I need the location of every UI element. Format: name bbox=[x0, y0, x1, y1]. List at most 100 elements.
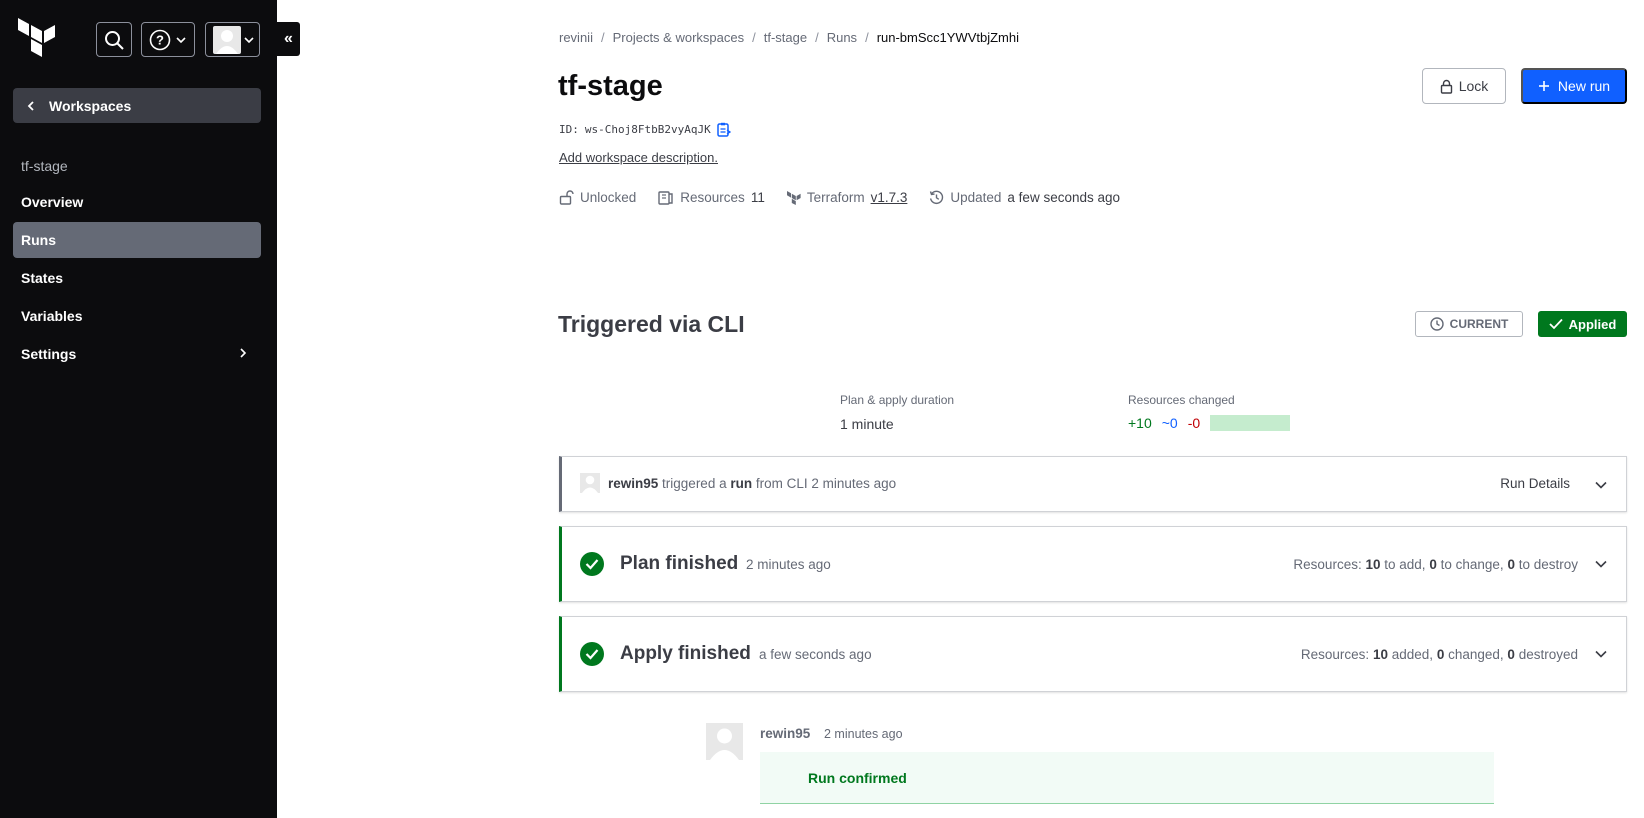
resources-changed-label: Resources changed bbox=[1128, 393, 1235, 407]
resources-changed: +10 ~0 -0 bbox=[1128, 415, 1291, 431]
add-description-link[interactable]: Add workspace description. bbox=[559, 150, 718, 165]
run-details-toggle[interactable]: Run Details bbox=[1500, 476, 1570, 491]
chevron-down-icon[interactable] bbox=[1594, 557, 1608, 571]
chevron-right-icon bbox=[240, 348, 247, 358]
copy-icon[interactable] bbox=[716, 122, 731, 137]
current-badge: CURRENT bbox=[1415, 311, 1523, 337]
chevron-down-icon bbox=[176, 36, 186, 43]
check-circle-icon bbox=[580, 642, 604, 666]
workspace-meta: Unlocked Resources 11 Terraform v1.7.3 U… bbox=[559, 190, 1120, 205]
resources-icon bbox=[658, 190, 673, 205]
chevron-down-icon[interactable] bbox=[1594, 478, 1608, 492]
plan-destroy-text: to destroy bbox=[1518, 557, 1578, 572]
run-trigger-panel[interactable]: rewin95 triggered a run from CLI 2 minut… bbox=[559, 456, 1627, 512]
sidebar-item-settings[interactable]: Settings bbox=[13, 336, 261, 372]
chevron-down-icon[interactable] bbox=[1594, 647, 1608, 661]
clock-icon bbox=[1429, 317, 1444, 331]
trigger-text: rewin95 triggered a run from CLI 2 minut… bbox=[608, 476, 896, 491]
plan-panel[interactable]: Plan finished 2 minutes ago Resources: 1… bbox=[559, 526, 1627, 602]
avatar bbox=[706, 723, 743, 760]
plan-destroy-count: 0 bbox=[1507, 557, 1515, 572]
resources-count: Resources 11 bbox=[658, 190, 765, 205]
sidebar-item-overview[interactable]: Overview bbox=[13, 184, 261, 220]
sidebar-item-states[interactable]: States bbox=[13, 260, 261, 296]
duration-value: 1 minute bbox=[840, 416, 894, 432]
terraform-version-link[interactable]: v1.7.3 bbox=[871, 190, 908, 205]
current-badge-label: CURRENT bbox=[1449, 317, 1509, 331]
sidebar-item-label: Settings bbox=[21, 346, 77, 362]
apply-add-text: added, bbox=[1391, 647, 1434, 662]
apply-destroy-count: 0 bbox=[1507, 647, 1515, 662]
apply-resources-label: Resources: bbox=[1300, 647, 1370, 662]
resources-change-bar bbox=[1210, 415, 1291, 431]
lock-status: Unlocked bbox=[559, 190, 636, 205]
history-icon bbox=[930, 190, 944, 205]
run-title: Triggered via CLI bbox=[558, 311, 745, 337]
collapse-sidebar-button[interactable]: « bbox=[277, 22, 300, 56]
trigger-user[interactable]: rewin95 bbox=[608, 476, 658, 491]
avatar bbox=[212, 25, 241, 54]
apply-change-text: changed, bbox=[1448, 647, 1504, 662]
resources-destroyed-count: -0 bbox=[1187, 415, 1201, 431]
updated-value: a few seconds ago bbox=[1007, 190, 1120, 205]
terraform-icon bbox=[786, 190, 801, 205]
plan-resources: Resources: 10 to add, 0 to change, 0 to … bbox=[1293, 557, 1578, 572]
user-menu-button[interactable] bbox=[205, 22, 260, 57]
workspace-id: ID: ws-Choj8FtbB2vyAqJK bbox=[559, 122, 731, 137]
workspace-name-label: tf-stage bbox=[21, 158, 68, 174]
comment-time: 2 minutes ago bbox=[824, 727, 903, 741]
chevron-down-icon bbox=[243, 36, 254, 43]
terraform-version: Terraform v1.7.3 bbox=[786, 190, 908, 205]
breadcrumb-org[interactable]: revinii bbox=[559, 30, 593, 45]
sidebar-item-label: Overview bbox=[21, 194, 84, 210]
chevron-left-icon bbox=[27, 100, 34, 111]
lock-button-label: Lock bbox=[1458, 78, 1489, 94]
trigger-text-part: triggered a bbox=[662, 476, 727, 491]
plus-icon bbox=[1538, 81, 1549, 91]
resources-value: 11 bbox=[750, 190, 765, 205]
apply-panel[interactable]: Apply finished a few seconds ago Resourc… bbox=[559, 616, 1627, 692]
apply-change-count: 0 bbox=[1436, 647, 1445, 662]
terraform-label: Terraform bbox=[806, 190, 865, 205]
apply-add-count: 10 bbox=[1372, 647, 1388, 662]
workspaces-label: Workspaces bbox=[49, 97, 132, 114]
help-icon: ? bbox=[149, 29, 171, 50]
search-icon bbox=[105, 30, 124, 50]
plan-change-text: to change, bbox=[1440, 557, 1504, 572]
sidebar-item-variables[interactable]: Variables bbox=[13, 298, 261, 334]
plan-add-count: 10 bbox=[1365, 557, 1381, 572]
help-menu-button[interactable]: ? bbox=[141, 22, 195, 57]
breadcrumb-runs[interactable]: Runs bbox=[827, 30, 857, 45]
sidebar-item-label: States bbox=[21, 270, 64, 286]
status-badge: Applied bbox=[1538, 311, 1627, 337]
comment-user[interactable]: rewin95 bbox=[760, 726, 810, 741]
check-circle-icon bbox=[580, 552, 604, 576]
workspace-id-label: ID: bbox=[559, 123, 579, 136]
plan-time: 2 minutes ago bbox=[746, 557, 831, 572]
new-run-button-label: New run bbox=[1557, 78, 1611, 94]
sidebar-item-runs[interactable]: Runs bbox=[13, 222, 261, 258]
duration-label: Plan & apply duration bbox=[840, 393, 955, 407]
unlock-icon bbox=[559, 190, 574, 205]
breadcrumb-projects[interactable]: Projects & workspaces bbox=[613, 30, 745, 45]
lock-icon bbox=[1440, 79, 1452, 94]
new-run-button[interactable]: New run bbox=[1521, 68, 1627, 104]
breadcrumb-workspace[interactable]: tf-stage bbox=[764, 30, 807, 45]
terraform-logo-icon[interactable] bbox=[18, 18, 56, 58]
updated-info: Updated a few seconds ago bbox=[929, 190, 1120, 205]
workspaces-back-button[interactable]: Workspaces bbox=[13, 88, 261, 123]
lock-button[interactable]: Lock bbox=[1422, 68, 1506, 104]
apply-time: a few seconds ago bbox=[759, 647, 872, 662]
plan-title: Plan finished bbox=[620, 553, 739, 574]
resources-changed-count: ~0 bbox=[1161, 415, 1178, 431]
trigger-run-word: run bbox=[730, 476, 753, 491]
check-icon bbox=[1549, 318, 1563, 330]
page-title: tf-stage bbox=[558, 70, 663, 102]
sidebar-item-label: Runs bbox=[21, 232, 56, 248]
search-button[interactable] bbox=[96, 22, 132, 57]
resources-added-count: +10 bbox=[1128, 415, 1152, 431]
apply-resources: Resources: 10 added, 0 changed, 0 destro… bbox=[1301, 647, 1578, 662]
plan-add-text: to add, bbox=[1384, 557, 1426, 572]
avatar bbox=[580, 473, 600, 493]
sidebar: ? Workspaces tf-stage Overview Runs Stat… bbox=[0, 0, 277, 818]
